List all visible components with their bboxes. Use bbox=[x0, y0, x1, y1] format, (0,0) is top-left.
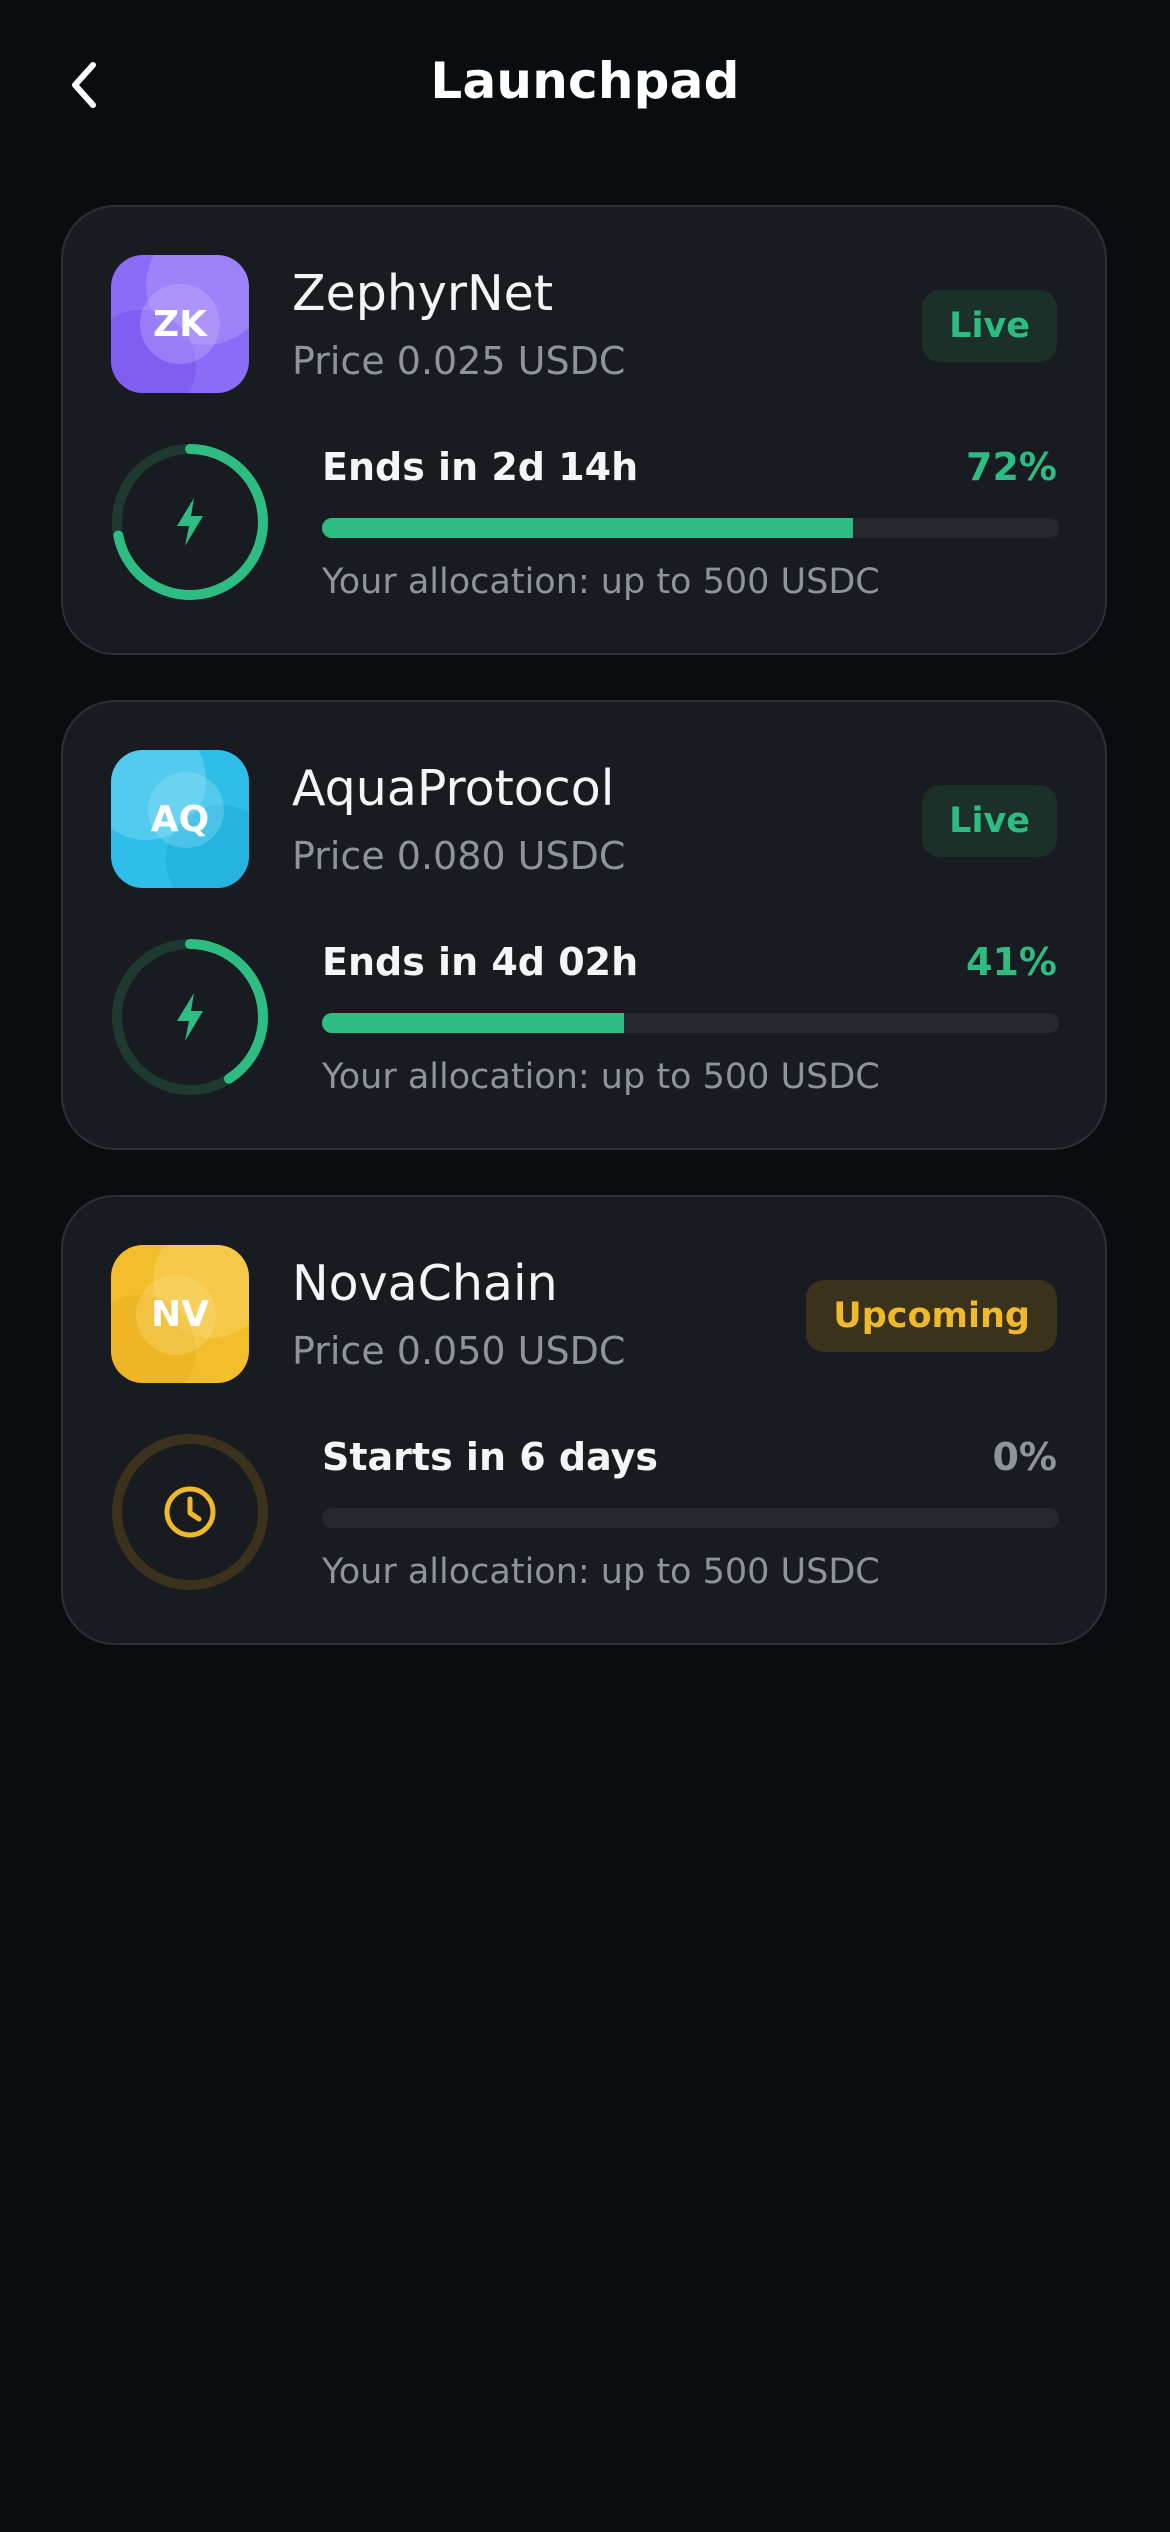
progress-ring bbox=[111, 443, 269, 601]
progress-bar bbox=[322, 1013, 1059, 1033]
progress-percent: 72% bbox=[966, 445, 1057, 489]
status-badge: Upcoming bbox=[806, 1280, 1057, 1352]
progress-ring bbox=[111, 938, 269, 1096]
project-card-novachain[interactable]: NV NovaChain Price 0.050 USDC Upcoming S… bbox=[61, 1195, 1107, 1645]
project-logo-text: NV bbox=[151, 1293, 209, 1335]
project-logo-text: AQ bbox=[150, 798, 210, 840]
time-remaining: Ends in 4d 02h bbox=[322, 940, 639, 984]
project-name: ZephyrNet bbox=[292, 265, 554, 322]
project-logo: NV bbox=[111, 1245, 249, 1383]
project-card-zephyrnet[interactable]: ZK ZephyrNet Price 0.025 USDC Live Ends … bbox=[61, 205, 1107, 655]
project-logo: ZK bbox=[111, 255, 249, 393]
allocation-text: Your allocation: up to 500 USDC bbox=[322, 1552, 880, 1592]
time-remaining: Ends in 2d 14h bbox=[322, 445, 639, 489]
clock-icon bbox=[164, 1486, 216, 1538]
progress-percent: 41% bbox=[966, 940, 1057, 984]
project-card-aquaprotocol[interactable]: AQ AquaProtocol Price 0.080 USDC Live En… bbox=[61, 700, 1107, 1150]
time-remaining: Starts in 6 days bbox=[322, 1435, 658, 1479]
project-price: Price 0.080 USDC bbox=[292, 834, 626, 878]
project-price: Price 0.050 USDC bbox=[292, 1329, 626, 1373]
progress-ring bbox=[111, 1433, 269, 1591]
progress-bar bbox=[322, 518, 1059, 538]
project-price: Price 0.025 USDC bbox=[292, 339, 626, 383]
page-title: Launchpad bbox=[430, 52, 740, 110]
top-bar: Launchpad bbox=[0, 0, 1170, 170]
progress-bar bbox=[322, 1508, 1059, 1528]
project-logo: AQ bbox=[111, 750, 249, 888]
status-badge: Live bbox=[922, 785, 1057, 857]
progress-percent: 0% bbox=[992, 1435, 1057, 1479]
progress-bar-fill bbox=[322, 518, 853, 538]
progress-bar-fill bbox=[322, 1013, 625, 1033]
project-name: AquaProtocol bbox=[292, 760, 615, 817]
lightning-bolt-icon bbox=[177, 993, 203, 1041]
allocation-text: Your allocation: up to 500 USDC bbox=[322, 562, 880, 602]
project-name: NovaChain bbox=[292, 1255, 558, 1312]
lightning-bolt-icon bbox=[177, 498, 203, 546]
allocation-text: Your allocation: up to 500 USDC bbox=[322, 1057, 880, 1097]
project-logo-text: ZK bbox=[153, 303, 207, 345]
status-badge: Live bbox=[922, 290, 1057, 362]
